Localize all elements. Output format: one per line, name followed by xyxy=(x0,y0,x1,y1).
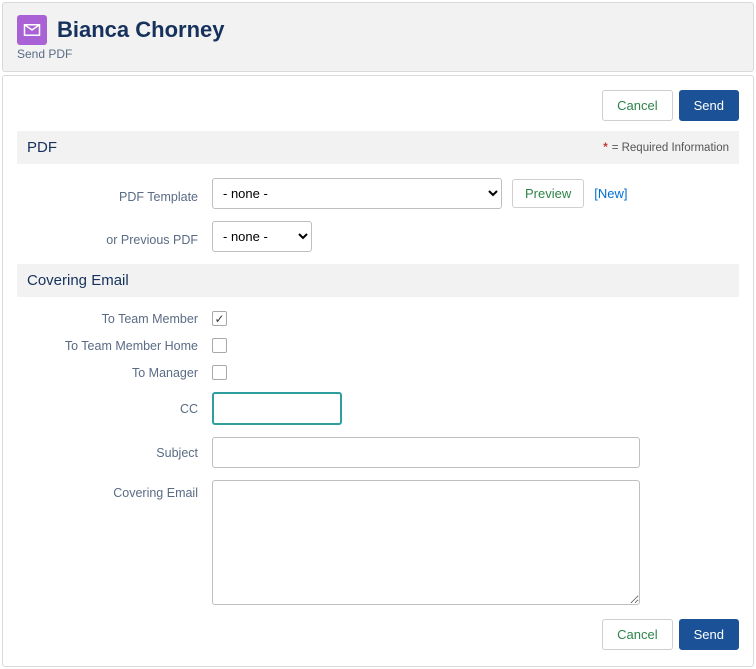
to-team-member-label: To Team Member xyxy=(17,312,212,326)
preview-button[interactable]: Preview xyxy=(512,179,584,208)
cc-label: CC xyxy=(17,402,212,416)
required-star-icon: * xyxy=(603,142,607,154)
page-subtitle: Send PDF xyxy=(17,47,739,61)
covering-email-label: Covering Email xyxy=(17,480,212,500)
subject-input[interactable] xyxy=(212,437,640,468)
pdf-section-title: PDF xyxy=(27,139,57,156)
subject-label: Subject xyxy=(17,446,212,460)
email-section-title: Covering Email xyxy=(27,272,129,289)
to-team-member-home-checkbox[interactable] xyxy=(212,338,227,353)
main-panel: Cancel Send PDF *= Required Information … xyxy=(2,75,754,667)
pdf-section-header: PDF *= Required Information xyxy=(17,131,739,164)
new-template-link[interactable]: [New] xyxy=(594,186,627,201)
required-info-label: *= Required Information xyxy=(603,142,729,154)
to-team-member-checkbox[interactable] xyxy=(212,311,227,326)
pdf-template-select[interactable]: - none - xyxy=(212,178,502,209)
previous-pdf-select[interactable]: - none - xyxy=(212,221,312,252)
send-button-bottom[interactable]: Send xyxy=(679,619,739,650)
cancel-button[interactable]: Cancel xyxy=(602,90,672,121)
cancel-button-bottom[interactable]: Cancel xyxy=(602,619,672,650)
envelope-icon xyxy=(17,15,47,45)
email-section-header: Covering Email xyxy=(17,264,739,297)
page-header: Bianca Chorney Send PDF xyxy=(2,2,754,72)
previous-pdf-label: or Previous PDF xyxy=(17,227,212,247)
send-button[interactable]: Send xyxy=(679,90,739,121)
bottom-button-row: Cancel Send xyxy=(17,619,739,650)
to-manager-checkbox[interactable] xyxy=(212,365,227,380)
top-button-row: Cancel Send xyxy=(17,90,739,121)
page-title: Bianca Chorney xyxy=(57,17,225,43)
pdf-template-label: PDF Template xyxy=(17,184,212,204)
cc-input[interactable] xyxy=(212,392,342,425)
to-team-member-home-label: To Team Member Home xyxy=(17,339,212,353)
to-manager-label: To Manager xyxy=(17,366,212,380)
covering-email-textarea[interactable] xyxy=(212,480,640,605)
